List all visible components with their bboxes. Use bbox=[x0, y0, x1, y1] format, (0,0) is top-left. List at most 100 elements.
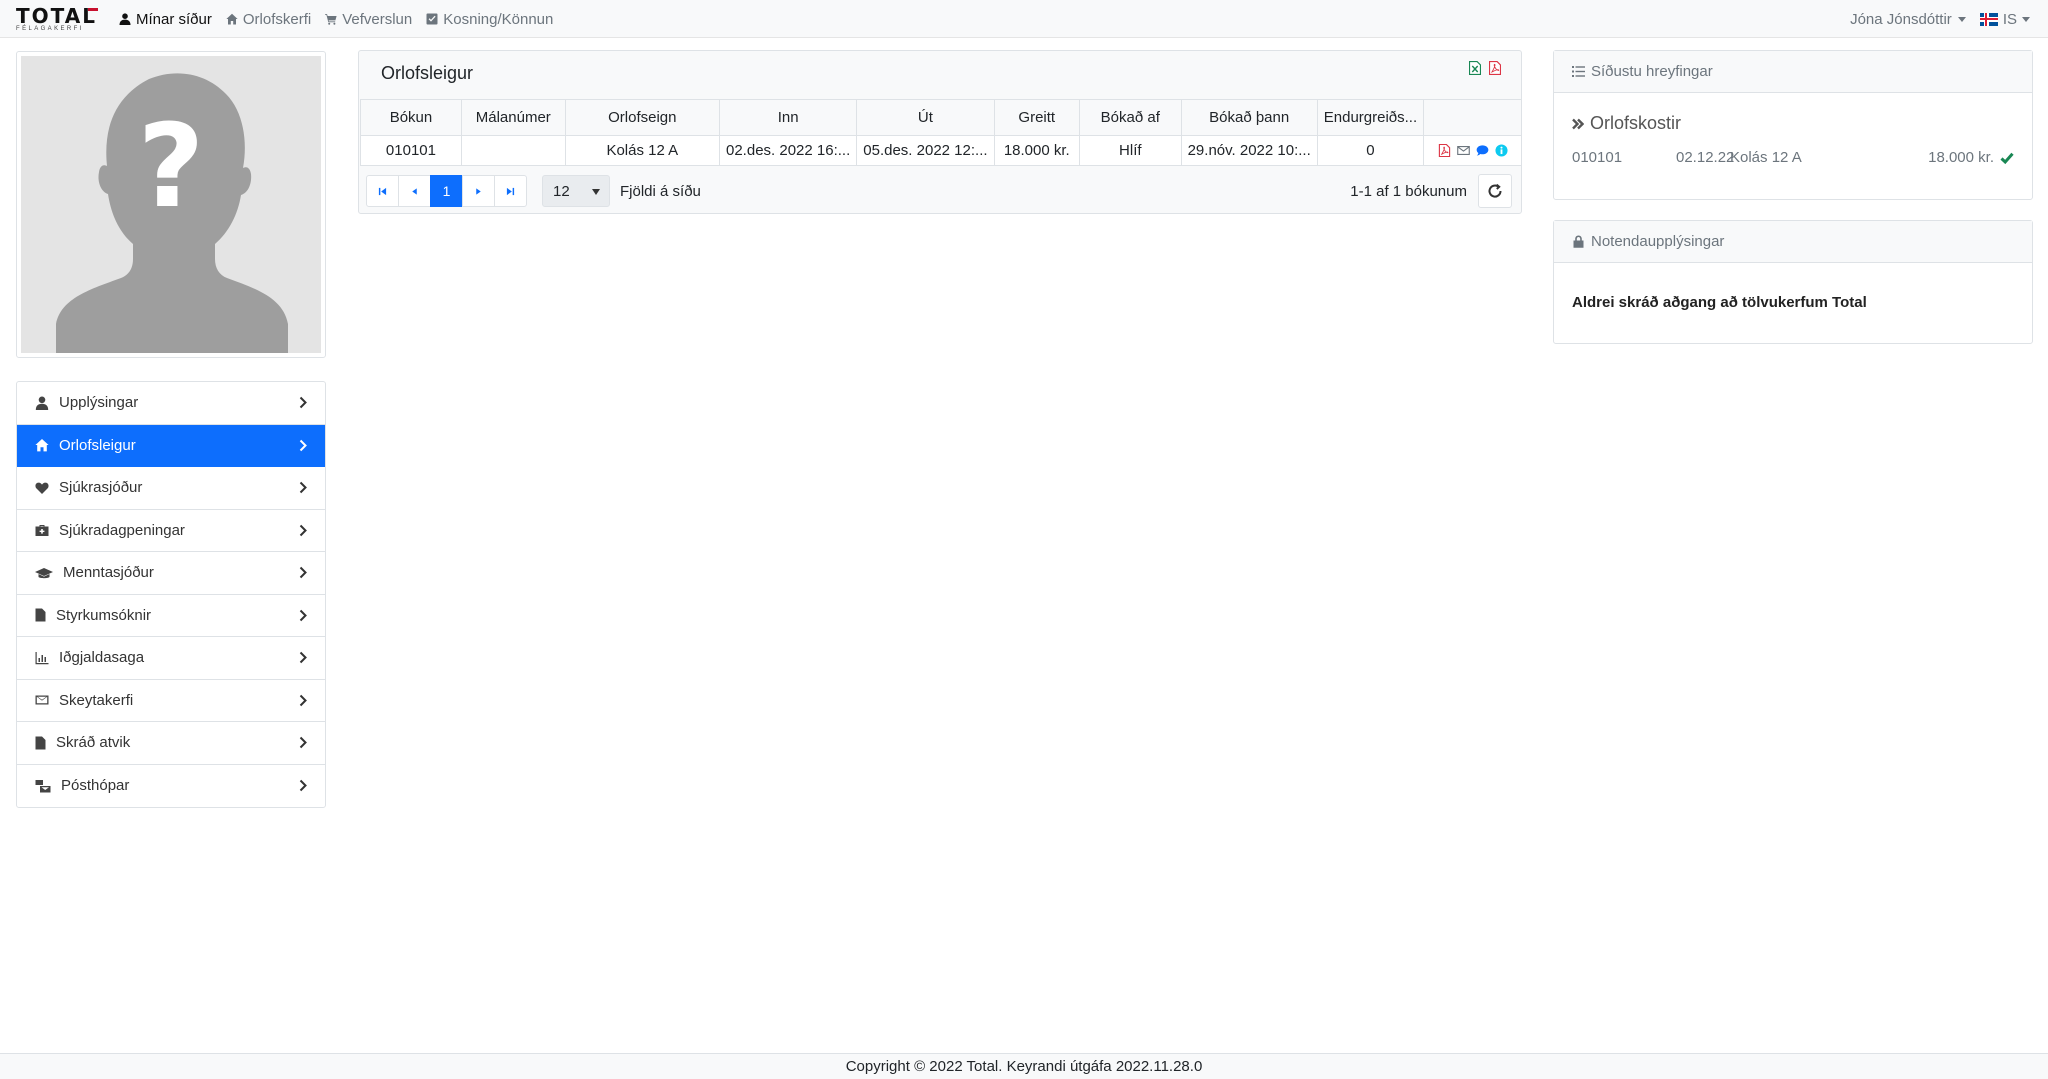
sidebar-item-sjukrasjodur[interactable]: Sjúkrasjóður bbox=[17, 467, 325, 510]
cell-malanumer bbox=[460, 135, 566, 166]
sidebar-item-sjukradagpeningar[interactable]: Sjúkradagpeningar bbox=[17, 510, 325, 552]
cell-bokad-af: Hlíf bbox=[1078, 135, 1182, 166]
comment-icon[interactable] bbox=[1476, 144, 1489, 157]
prev-page-icon bbox=[412, 187, 417, 195]
heartbeat-icon bbox=[35, 482, 49, 494]
column-header[interactable]: Inn bbox=[718, 99, 858, 136]
avatar-placeholder: ? bbox=[21, 56, 321, 353]
language-dropdown[interactable]: IS bbox=[1979, 11, 2030, 28]
graduation-cap-icon bbox=[35, 567, 53, 578]
recent-activity-card: Síðustu hreyfingar Orlofskostir 010101 0… bbox=[1553, 50, 2033, 200]
nav-link-vefverslun[interactable]: Vefverslun bbox=[325, 11, 412, 28]
export-pdf-icon[interactable] bbox=[1489, 61, 1501, 75]
export-buttons bbox=[1469, 61, 1501, 75]
table-row[interactable]: 010101 Kolás 12 A 02.des. 2022 16:... 05… bbox=[360, 135, 1522, 166]
sidebar-item-skrad-atvik[interactable]: Skráð atvik bbox=[17, 722, 325, 765]
brand-accent bbox=[88, 8, 98, 11]
column-header[interactable]: Orlofseign bbox=[564, 99, 721, 136]
cell-greitt: 18.000 kr. bbox=[993, 135, 1080, 166]
refresh-button[interactable] bbox=[1478, 174, 1512, 208]
card-header: Síðustu hreyfingar bbox=[1554, 51, 2032, 93]
cell-endurgreidsla: 0 bbox=[1316, 135, 1425, 166]
column-header[interactable]: Út bbox=[856, 99, 995, 136]
user-menu-dropdown[interactable]: Jóna Jónsdóttir bbox=[1850, 11, 1966, 28]
export-excel-icon[interactable] bbox=[1469, 61, 1481, 75]
envelope-icon bbox=[35, 695, 49, 705]
pager-prev-button[interactable] bbox=[398, 175, 431, 207]
top-navbar: TOTAL FÉLAGAKERFI Mínar síður Orlofskerf… bbox=[0, 0, 2048, 38]
nav-link-orlofskerfi[interactable]: Orlofskerfi bbox=[226, 11, 311, 28]
user-info-card: Notendaupplýsingar Aldrei skráð aðgang a… bbox=[1553, 220, 2033, 344]
envelope-icon[interactable] bbox=[1456, 144, 1470, 157]
nav-link-label: Orlofskerfi bbox=[242, 10, 312, 28]
sidebar-menu: Upplýsingar Orlofsleigur Sjúkrasjóður Sj… bbox=[16, 381, 326, 808]
recent-subtitle-label: Orlofskostir bbox=[1590, 113, 1682, 133]
nav-link-minar-sidur[interactable]: Mínar síður bbox=[119, 11, 212, 28]
sidebar-item-label: Pósthópar bbox=[61, 777, 130, 795]
pager-last-button[interactable] bbox=[494, 175, 527, 207]
nav-links: Mínar síður Orlofskerfi Vefverslun Kosni… bbox=[119, 0, 553, 38]
nav-link-label: Mínar síður bbox=[136, 10, 212, 28]
next-page-icon bbox=[476, 187, 481, 195]
sidebar-item-label: Orlofsleigur bbox=[59, 436, 136, 454]
profile-avatar-card: ? bbox=[16, 51, 326, 358]
pager-info: 1-1 af 1 bókunum bbox=[1350, 183, 1467, 200]
recent-item-id: 010101 bbox=[1572, 149, 1623, 166]
chevron-right-icon bbox=[299, 566, 307, 579]
sidebar-item-label: Skráð atvik bbox=[56, 734, 131, 752]
recent-item-place: Kolás 12 A bbox=[1730, 149, 1802, 166]
pdf-icon[interactable] bbox=[1438, 144, 1451, 157]
check-icon bbox=[2000, 152, 2014, 165]
sidebar-item-label: Iðgjaldasaga bbox=[59, 649, 145, 667]
svg-text:?: ? bbox=[138, 100, 205, 234]
home-icon bbox=[226, 13, 238, 25]
double-chevron-right-icon bbox=[1572, 118, 1584, 129]
bookings-table: Bókun Málanúmer Orlofseign Inn Út Greitt… bbox=[360, 99, 1522, 166]
footer-copyright: Copyright © 2022 Total. Keyrandi útgáfa … bbox=[845, 1058, 1203, 1075]
column-header[interactable]: Bókað af bbox=[1078, 99, 1182, 136]
recent-item-amount: 18.000 kr. bbox=[1928, 149, 1994, 166]
chevron-right-icon bbox=[299, 396, 307, 409]
column-header[interactable]: Endurgreiðs... bbox=[1316, 99, 1425, 136]
sidebar-item-upplysingar[interactable]: Upplýsingar bbox=[17, 382, 325, 425]
cell-ut: 05.des. 2022 12:... bbox=[856, 135, 995, 166]
medkit-icon bbox=[35, 525, 49, 537]
nav-link-label: Vefverslun bbox=[342, 10, 413, 28]
orlofsleigur-card: Orlofsleigur Bókun Málanúmer Orlofseign … bbox=[358, 50, 1522, 214]
footer: Copyright © 2022 Total. Keyrandi útgáfa … bbox=[0, 1053, 2048, 1079]
page-size-select[interactable]: 12 bbox=[542, 175, 610, 207]
brand-logo[interactable]: TOTAL FÉLAGAKERFI bbox=[16, 6, 98, 32]
chevron-right-icon bbox=[299, 694, 307, 706]
card-title: Notendaupplýsingar bbox=[1591, 233, 1725, 250]
sidebar-item-styrkumsoknir[interactable]: Styrkumsóknir bbox=[17, 595, 325, 637]
cell-inn: 02.des. 2022 16:... bbox=[718, 135, 858, 166]
chevron-right-icon bbox=[299, 439, 307, 451]
page-size-label: Fjöldi á síðu bbox=[620, 183, 701, 200]
lock-icon bbox=[1573, 235, 1584, 248]
user-info-message: Aldrei skráð aðgang að tölvukerfum Total bbox=[1572, 294, 1867, 311]
pager-page-button[interactable]: 1 bbox=[430, 175, 463, 207]
sidebar-item-idgjaldasaga[interactable]: Iðgjaldasaga bbox=[17, 637, 325, 680]
sidebar-item-skeytakerfi[interactable]: Skeytakerfi bbox=[17, 680, 325, 722]
sidebar-item-orlofsleigur[interactable]: Orlofsleigur bbox=[17, 424, 325, 467]
recent-item[interactable]: 010101 02.12.22 Kolás 12 A 18.000 kr. bbox=[1572, 149, 2014, 169]
card-title: Síðustu hreyfingar bbox=[1591, 63, 1713, 80]
column-header[interactable]: Málanúmer bbox=[460, 99, 566, 136]
file-icon bbox=[35, 736, 46, 750]
sidebar-item-menntasjodur[interactable]: Menntasjóður bbox=[17, 552, 325, 595]
column-header[interactable]: Greitt bbox=[993, 99, 1080, 136]
nav-link-kosning[interactable]: Kosning/Könnun bbox=[426, 11, 553, 28]
column-header[interactable]: Bókað þann bbox=[1180, 99, 1318, 136]
info-icon[interactable] bbox=[1495, 144, 1508, 157]
chevron-right-icon bbox=[299, 609, 307, 621]
sidebar-item-posthopar[interactable]: Pósthópar bbox=[17, 765, 325, 808]
pager-first-button[interactable] bbox=[366, 175, 399, 207]
sidebar-item-label: Skeytakerfi bbox=[59, 691, 134, 709]
chevron-right-icon bbox=[299, 736, 307, 749]
bar-chart-icon bbox=[35, 651, 49, 664]
first-page-icon bbox=[378, 187, 387, 195]
pager-next-button[interactable] bbox=[462, 175, 495, 207]
mail-bulk-icon bbox=[35, 779, 51, 793]
chevron-right-icon bbox=[299, 481, 307, 494]
column-header[interactable]: Bókun bbox=[360, 99, 462, 136]
